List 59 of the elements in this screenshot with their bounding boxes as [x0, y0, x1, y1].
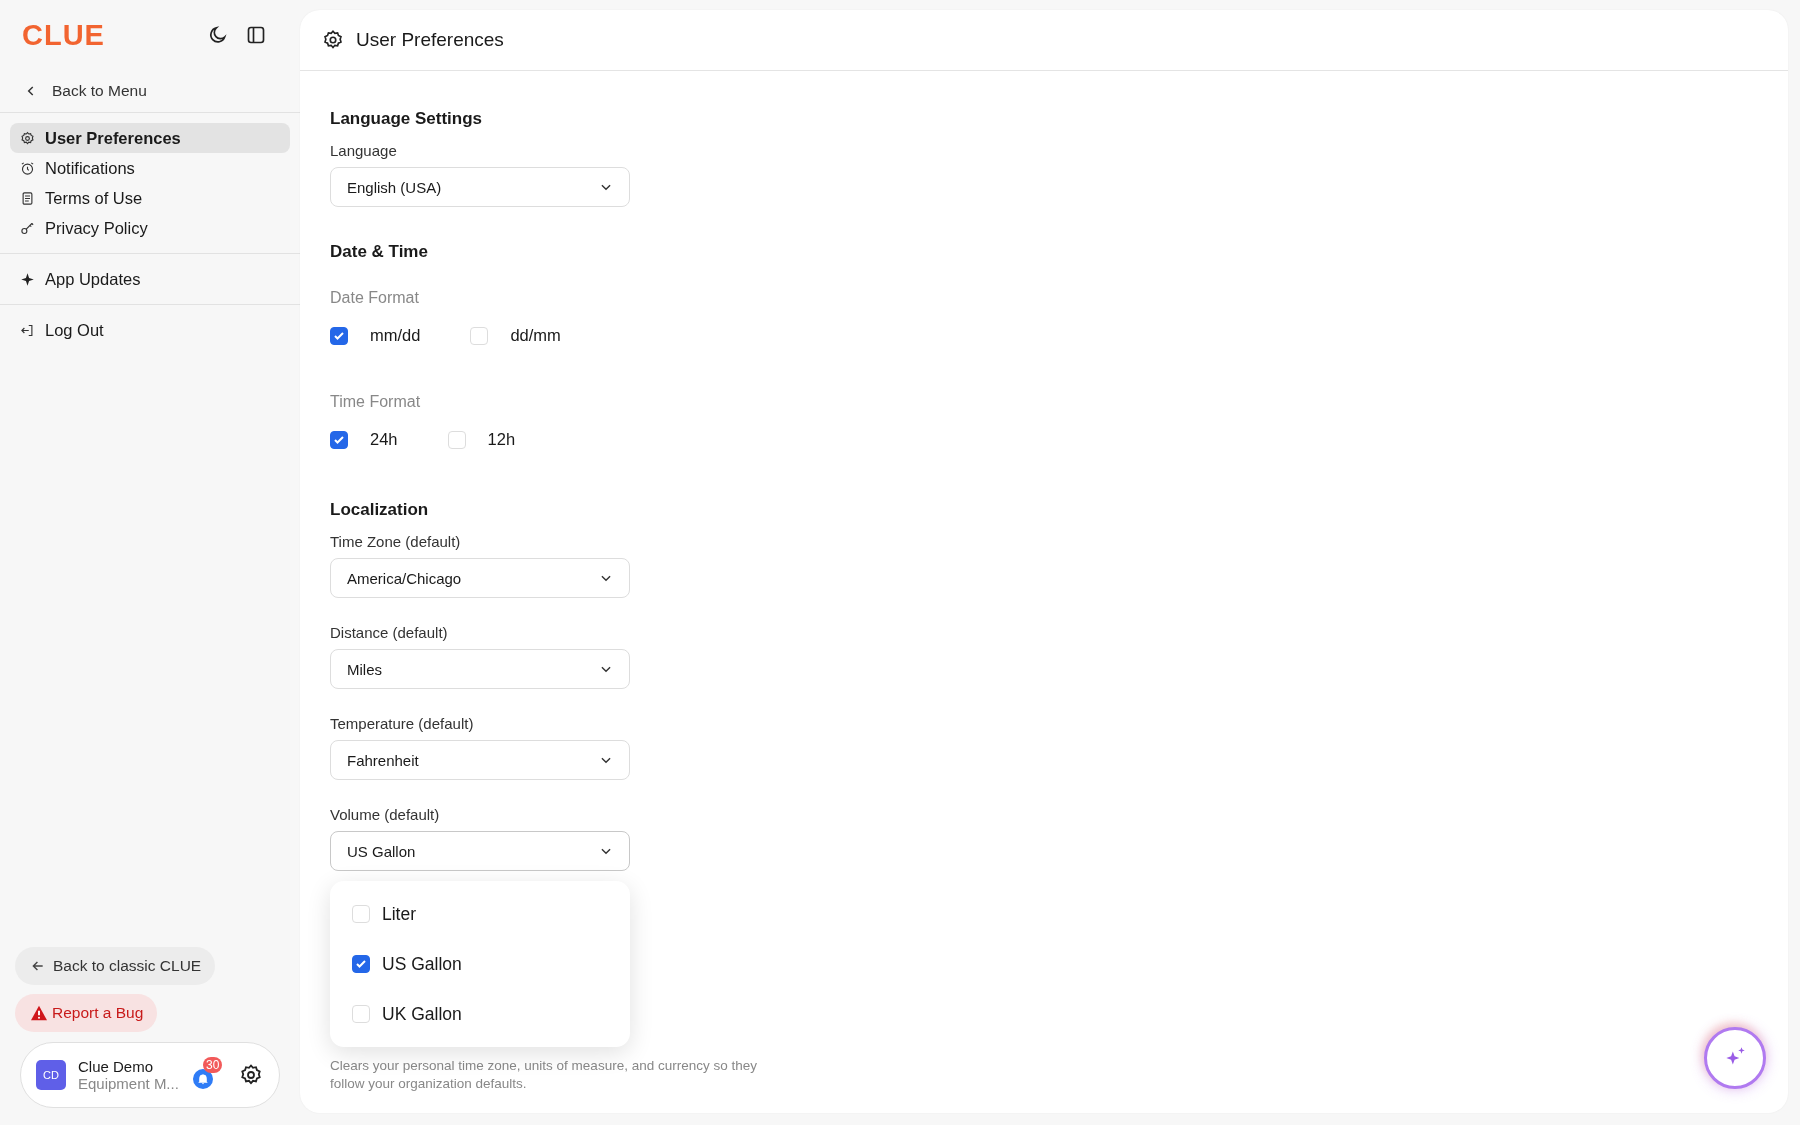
dropdown-option[interactable]: UK Gallon: [330, 989, 630, 1039]
user-card[interactable]: CD Clue Demo Equipment M... 30: [20, 1042, 280, 1108]
user-organization: Equipment M...: [78, 1075, 180, 1092]
checkbox[interactable]: [330, 430, 348, 449]
checkbox-label: 24h: [370, 430, 398, 449]
nav-item[interactable]: Notifications: [10, 153, 290, 183]
page-title: User Preferences: [356, 29, 504, 51]
user-name: Clue Demo: [78, 1058, 155, 1075]
key-icon: [20, 220, 35, 236]
logout-icon: [20, 322, 35, 338]
field-label: Time Format: [330, 393, 422, 411]
dropdown-option[interactable]: Liter: [330, 889, 630, 939]
notification-count: 30: [203, 1057, 223, 1073]
avatar: CD: [36, 1060, 66, 1090]
select-field[interactable]: English (USA): [330, 167, 630, 207]
checkbox-label: 12h: [487, 430, 516, 449]
section-heading: Language Settings: [330, 108, 484, 130]
select-field[interactable]: Miles: [330, 649, 630, 689]
back-link[interactable]: Back to Menu: [0, 74, 300, 108]
bell-icon[interactable]: [193, 1069, 213, 1089]
sparkle-icon: [20, 271, 35, 287]
checkmark-icon: [333, 329, 345, 342]
nav-item[interactable]: Log Out: [10, 315, 290, 345]
select-field[interactable]: Fahrenheit: [330, 740, 630, 780]
field-label: Volume (default): [330, 806, 441, 823]
settings-icon: [20, 130, 35, 146]
settings-icon: [322, 29, 344, 51]
checkbox[interactable]: [352, 955, 370, 973]
dropdown-option[interactable]: US Gallon: [330, 939, 630, 989]
field-label: Time Zone (default): [330, 533, 462, 550]
warning-icon: [30, 1005, 48, 1021]
report-bug-button[interactable]: Report a Bug: [15, 994, 158, 1032]
logo: CLUE: [22, 18, 105, 52]
section-heading: Localization: [330, 499, 430, 521]
checkbox-label: dd/mm: [510, 326, 561, 345]
ai-assistant-button[interactable]: [1704, 1027, 1766, 1089]
document-icon: [20, 190, 35, 206]
field-label: Date Format: [330, 289, 420, 307]
checkbox-label: mm/dd: [370, 326, 421, 345]
checkmark-icon: [333, 433, 345, 446]
checkbox[interactable]: [330, 326, 348, 345]
select-field[interactable]: America/Chicago: [330, 558, 630, 598]
nav-item[interactable]: Privacy Policy: [10, 213, 290, 243]
select-field[interactable]: US Gallon: [330, 831, 630, 871]
section-heading: Date & Time: [330, 241, 429, 263]
nav-item[interactable]: Terms of Use: [10, 183, 290, 213]
nav-item[interactable]: User Preferences: [10, 123, 290, 153]
alarm-clock-icon: [20, 160, 35, 176]
moon-icon[interactable]: [208, 25, 228, 45]
checkmark-icon: [355, 958, 367, 970]
field-label: Temperature (default): [330, 715, 475, 732]
field-label: Language: [330, 142, 398, 159]
sidebar-toggle-icon[interactable]: [246, 25, 266, 45]
back-to-classic-button[interactable]: Back to classic CLUE: [15, 947, 216, 985]
field-label: Distance (default): [330, 624, 449, 641]
arrow-left-icon: [31, 959, 45, 973]
help-text: Clears your personal time zone, units of measure, and currency so they follow your organization defaults.: [330, 1057, 758, 1093]
nav-item[interactable]: App Updates: [10, 264, 290, 294]
settings-icon[interactable]: [239, 1063, 263, 1087]
